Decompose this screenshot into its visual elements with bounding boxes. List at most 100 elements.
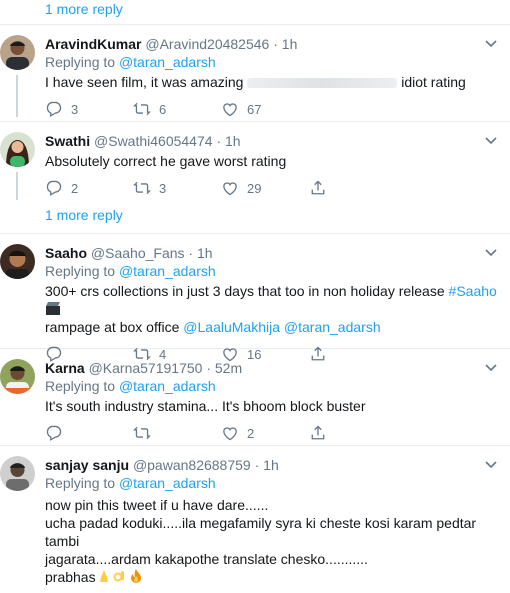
replying-label: Replying to xyxy=(45,263,116,279)
tweet-karna[interactable]: Karna @Karna57191750 · 52m Replying to @… xyxy=(0,349,510,446)
tweet-text: now pin this tweet if u have dare...... … xyxy=(45,496,500,586)
caret-down-icon[interactable] xyxy=(484,458,498,472)
replying-label: Replying to xyxy=(45,378,116,394)
reply-button[interactable]: 3 xyxy=(45,100,133,118)
avatar[interactable] xyxy=(0,35,35,70)
user-name[interactable]: Saaho xyxy=(45,245,87,261)
user-name[interactable]: Karna xyxy=(45,360,85,376)
more-reply-link-top[interactable]: 1 more reply xyxy=(0,0,510,25)
retweet-icon xyxy=(133,181,151,195)
tweet-actions: 2 3 29 xyxy=(45,170,500,206)
retweet-button[interactable]: 6 xyxy=(133,100,221,118)
avatar[interactable] xyxy=(0,359,35,394)
like-icon xyxy=(223,182,237,196)
mention-link[interactable]: @taran_adarsh xyxy=(284,319,381,335)
like-icon xyxy=(223,427,237,441)
timestamp[interactable]: 1h xyxy=(282,36,298,52)
avatar[interactable] xyxy=(0,132,35,167)
retweet-button[interactable]: 3 xyxy=(133,179,221,197)
ok-hand-icon xyxy=(113,571,124,582)
replying-mention[interactable]: @taran_adarsh xyxy=(119,263,216,279)
retweet-button[interactable] xyxy=(133,424,221,442)
tweet-line-1: now pin this tweet if u have dare...... xyxy=(45,497,269,513)
replying-to: Replying to @taran_adarsh xyxy=(45,262,500,280)
tweet-actions: 15 xyxy=(45,586,500,593)
hashtag-link[interactable]: #Saaho xyxy=(449,283,497,299)
folded-hands-icon xyxy=(99,570,108,582)
user-name[interactable]: Swathi xyxy=(45,133,90,149)
reply-button[interactable]: 2 xyxy=(45,179,133,197)
user-handle[interactable]: @pawan82688759 xyxy=(133,457,251,473)
retweet-icon xyxy=(133,426,151,440)
separator-dot: · xyxy=(273,36,278,52)
replying-label: Replying to xyxy=(45,475,116,491)
avatar[interactable] xyxy=(0,456,35,491)
replying-to: Replying to @taran_adarsh xyxy=(45,53,500,71)
replying-mention[interactable]: @taran_adarsh xyxy=(119,54,216,70)
reply-icon xyxy=(46,101,62,117)
like-count: 67 xyxy=(247,101,262,117)
user-handle[interactable]: @Aravind20482546 xyxy=(145,36,269,52)
tweet-text-part-a: 300+ crs collections in just 3 days that… xyxy=(45,283,445,299)
share-icon xyxy=(311,180,325,195)
separator-dot: · xyxy=(254,457,260,473)
user-name[interactable]: sanjay sanju xyxy=(45,457,129,473)
tweet-text: I have seen film, it was amazing idiot r… xyxy=(45,73,500,91)
reply-icon xyxy=(46,180,62,196)
user-handle[interactable]: @Swathi46054474 xyxy=(94,133,213,149)
separator-dot: · xyxy=(216,133,222,149)
timestamp[interactable]: 1h xyxy=(225,133,241,149)
tweet-line-2: ucha padad koduki.....ila megafamily syr… xyxy=(45,515,477,549)
timestamp[interactable]: 52m xyxy=(215,360,242,376)
tweet-text-part-b: rampage at box office xyxy=(45,319,180,335)
tweet-text: 300+ crs collections in just 3 days that… xyxy=(45,282,500,336)
caret-down-icon[interactable] xyxy=(484,246,498,260)
user-name[interactable]: AravindKumar xyxy=(45,36,141,52)
tweet-sanjay-sanju[interactable]: sanjay sanju @pawan82688759 · 1h Replyin… xyxy=(0,446,510,593)
timestamp[interactable]: 1h xyxy=(263,457,279,473)
replying-to: Replying to @taran_adarsh xyxy=(45,377,500,395)
caret-down-icon[interactable] xyxy=(484,134,498,148)
tweet-line-4: prabhas xyxy=(45,568,500,586)
caret-down-icon[interactable] xyxy=(484,37,498,51)
like-icon xyxy=(223,103,237,117)
tweet-swathi[interactable]: Swathi @Swathi46054474 · 1h Absolutely c… xyxy=(0,122,510,200)
like-count: 2 xyxy=(247,425,255,441)
share-icon xyxy=(311,425,325,440)
replying-mention[interactable]: @taran_adarsh xyxy=(119,378,216,394)
share-button[interactable] xyxy=(309,179,335,197)
tweet-text-part-a: I have seen film, it was amazing xyxy=(45,74,244,90)
mention-link[interactable]: @LaaluMakhija xyxy=(183,319,280,335)
caret-down-icon[interactable] xyxy=(484,361,498,375)
replying-mention[interactable]: @taran_adarsh xyxy=(119,475,216,491)
reply-button[interactable] xyxy=(45,424,133,442)
share-button[interactable] xyxy=(309,424,335,442)
tweet-text: Absolutely correct he gave worst rating xyxy=(45,153,287,169)
like-button[interactable]: 67 xyxy=(221,100,309,118)
tweet-text: It's south industry stamina... It's bhoo… xyxy=(45,398,366,414)
avatar[interactable] xyxy=(0,244,35,279)
thread-line xyxy=(16,75,18,117)
blurred-text xyxy=(247,78,398,89)
reply-count: 3 xyxy=(71,101,79,117)
like-button[interactable]: 2 xyxy=(221,424,309,442)
like-count: 29 xyxy=(247,180,262,196)
retweet-count: 6 xyxy=(159,101,167,117)
replying-label: Replying to xyxy=(45,54,116,70)
tweet-aravindkumar[interactable]: AravindKumar @Aravind20482546 · 1h Reply… xyxy=(0,25,510,122)
tweet-line-4-text: prabhas xyxy=(45,569,96,585)
timestamp[interactable]: 1h xyxy=(197,245,213,261)
reply-count: 2 xyxy=(71,180,79,196)
replying-to: Replying to @taran_adarsh xyxy=(45,474,500,492)
thread-line xyxy=(16,172,18,200)
user-handle[interactable]: @Karna57191750 xyxy=(89,360,203,376)
user-handle[interactable]: @Saaho_Fans xyxy=(91,245,185,261)
tweet-saaho[interactable]: Saaho @Saaho_Fans · 1h Replying to @tara… xyxy=(0,234,510,362)
fire-icon xyxy=(130,569,141,583)
tweet-line-3: jagarata....ardam kakapothe translate ch… xyxy=(45,551,368,567)
reply-icon xyxy=(46,425,62,441)
tweet-text-part-b: idiot rating xyxy=(401,74,466,90)
retweet-count: 3 xyxy=(159,180,167,196)
movie-clapper-icon xyxy=(46,302,60,315)
like-button[interactable]: 29 xyxy=(221,179,309,197)
